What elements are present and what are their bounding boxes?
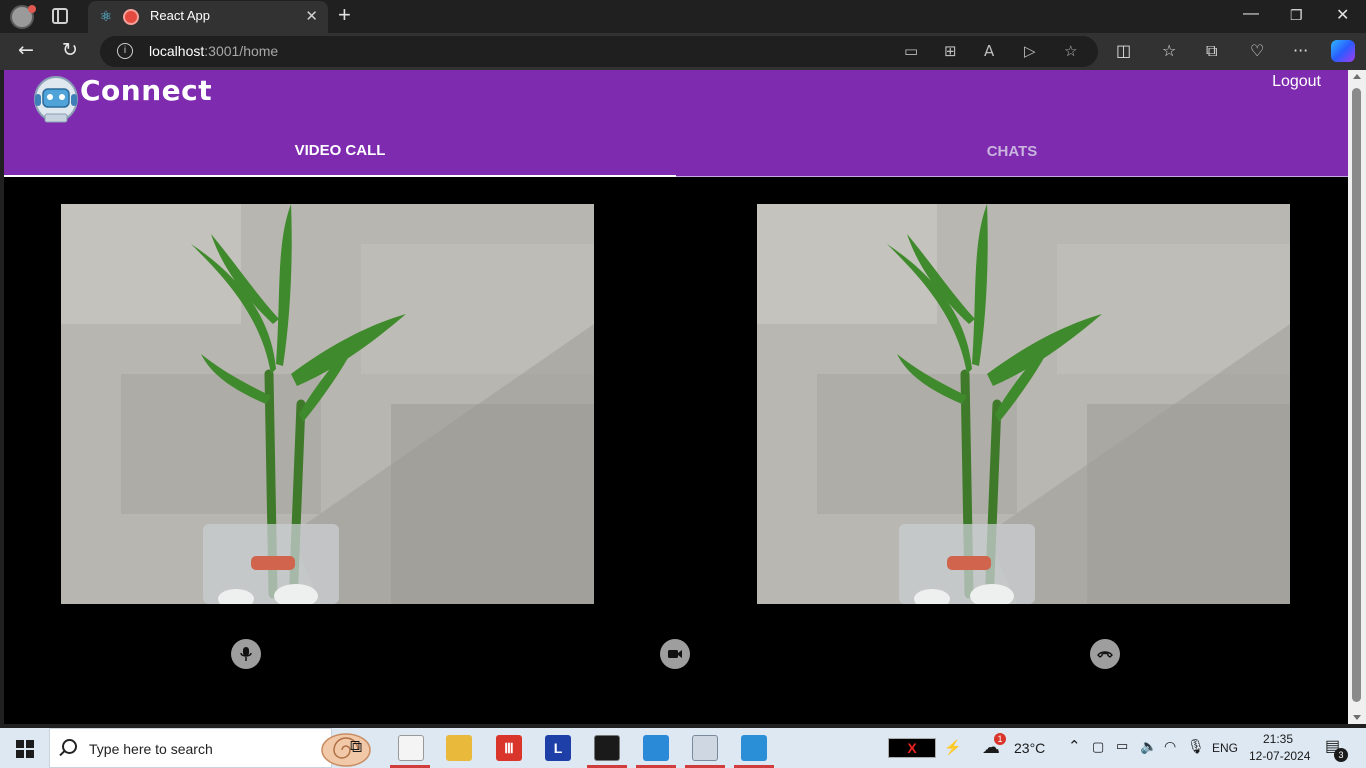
wifi-icon[interactable]: ◠: [1164, 738, 1176, 755]
xbox-widget[interactable]: X: [888, 738, 936, 758]
browser-tab[interactable]: ⚛ React App ✕: [88, 1, 328, 33]
scroll-down-arrow-icon[interactable]: [1353, 715, 1361, 720]
address-bar[interactable]: i localhost:3001/home ▭ ⊞ A ▷ ☆: [100, 36, 1098, 67]
file-explorer-icon[interactable]: [446, 735, 472, 761]
react-favicon-icon: ⚛: [99, 9, 113, 25]
vscode-icon[interactable]: [643, 735, 669, 761]
camera-button[interactable]: [660, 639, 690, 669]
recording-indicator-icon: [123, 9, 139, 25]
search-placeholder: Type here to search: [89, 741, 213, 757]
app-l-icon[interactable]: L: [545, 735, 571, 761]
clock-date[interactable]: 12-07-2024: [1249, 749, 1310, 763]
app-red-icon[interactable]: Ⅲ: [496, 735, 522, 761]
collections-icon[interactable]: ⧉: [1206, 41, 1217, 61]
mic-icon: [240, 647, 252, 661]
local-video: [61, 204, 594, 604]
weather-temp[interactable]: 23°C: [1014, 740, 1045, 756]
volume-icon[interactable]: 🔈: [1140, 738, 1157, 755]
scroll-up-arrow-icon[interactable]: [1353, 74, 1361, 79]
copilot-icon[interactable]: [1331, 40, 1355, 62]
local-video-frame: [61, 204, 594, 604]
active-tab-indicator: [4, 175, 676, 177]
remote-video: [757, 204, 1290, 604]
call-end-icon: [1097, 651, 1113, 658]
browser-tab-strip: ⚛ React App ✕ + — ❐ ✕: [0, 0, 1366, 33]
logout-button[interactable]: Logout: [1272, 73, 1321, 91]
refresh-icon[interactable]: ↻: [62, 39, 78, 61]
photos-icon[interactable]: [741, 735, 767, 761]
browser-toolbar: ← ↻ i localhost:3001/home ▭ ⊞ A ▷ ☆ ◫ ☆ …: [0, 33, 1366, 70]
page-scrollbar[interactable]: [1348, 70, 1366, 724]
videocam-icon: [668, 650, 682, 658]
notepad-app-icon[interactable]: [398, 735, 424, 761]
tab-chats[interactable]: CHATS: [676, 130, 1348, 177]
mic-button[interactable]: [231, 639, 261, 669]
profile-avatar[interactable]: [10, 5, 36, 29]
minimize-icon[interactable]: —: [1243, 5, 1259, 23]
nautilus-shell-icon: [321, 733, 371, 767]
tab-video-call[interactable]: VIDEO CALL: [4, 130, 676, 177]
app-viewport: Connect Logout VIDEO CALL CHATS: [4, 70, 1348, 724]
end-call-button[interactable]: [1090, 639, 1120, 669]
read-aloud-icon[interactable]: A: [984, 42, 994, 60]
remote-video-frame: [757, 204, 1290, 604]
notification-count: 3: [1334, 748, 1348, 762]
split-screen-icon[interactable]: ◫: [1116, 41, 1131, 60]
site-info-icon[interactable]: i: [117, 43, 133, 59]
apps-icon[interactable]: ⊞: [944, 42, 957, 60]
clock-time[interactable]: 21:35: [1263, 732, 1293, 746]
terminal-icon[interactable]: [594, 735, 620, 761]
more-menu-icon[interactable]: ···: [1293, 41, 1308, 60]
main-tabs: VIDEO CALL CHATS: [4, 130, 1348, 177]
favorite-star-icon[interactable]: ☆: [1064, 42, 1077, 60]
camera-in-use-icon[interactable]: ▭: [904, 42, 918, 60]
close-tab-icon[interactable]: ✕: [305, 7, 318, 25]
window-close-icon[interactable]: ✕: [1336, 5, 1349, 25]
microphone-tray-icon[interactable]: 🎙: [1187, 738, 1205, 755]
app-header: Connect Logout VIDEO CALL CHATS: [4, 70, 1348, 177]
restore-icon[interactable]: ❐: [1290, 7, 1303, 24]
favorites-icon[interactable]: ☆: [1162, 41, 1176, 60]
tray-chevron-icon[interactable]: ⌃: [1068, 737, 1081, 755]
battery-icon[interactable]: ▭: [1116, 738, 1128, 754]
robot-logo-icon: [34, 76, 78, 123]
tab-actions-icon[interactable]: [52, 8, 68, 24]
windows-start-icon[interactable]: [16, 740, 34, 758]
camera-tray-icon[interactable]: ▢: [1092, 739, 1104, 755]
search-icon: [62, 739, 77, 754]
language-indicator[interactable]: ENG: [1212, 741, 1238, 755]
brand-title: Connect: [80, 74, 213, 107]
snipping-tool-icon[interactable]: [692, 735, 718, 761]
tab-title: React App: [150, 8, 210, 23]
taskbar-search[interactable]: Type here to search: [49, 728, 371, 768]
url-text[interactable]: localhost:3001/home: [149, 43, 278, 59]
scroll-thumb[interactable]: [1352, 88, 1361, 702]
task-view-icon[interactable]: ⧉: [350, 737, 362, 757]
weather-badge: 1: [994, 733, 1006, 745]
windows-taskbar: Type here to search ⧉ Ⅲ L X ⚡ ☁ 1 23°C ⌃…: [0, 728, 1366, 768]
performance-icon[interactable]: ♡: [1250, 41, 1264, 60]
back-icon[interactable]: ←: [18, 39, 34, 61]
new-tab-icon[interactable]: +: [338, 2, 351, 28]
immersive-reader-icon[interactable]: ▷: [1024, 42, 1036, 60]
plug-icon[interactable]: ⚡: [944, 739, 961, 756]
